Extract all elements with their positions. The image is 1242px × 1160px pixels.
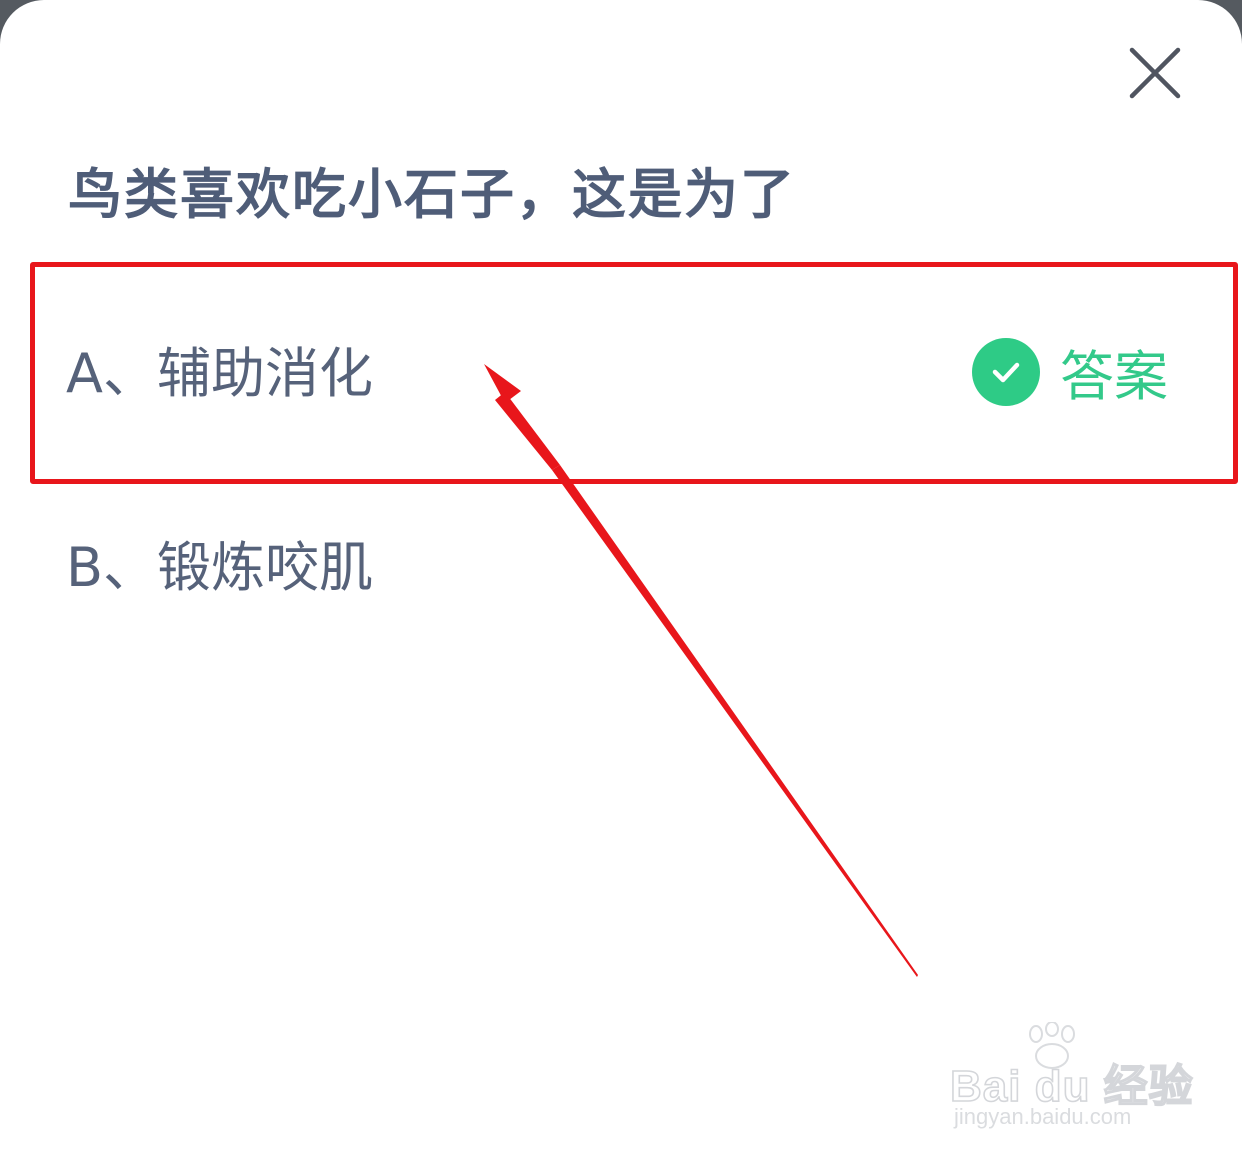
question-dialog: 鸟类喜欢吃小石子，这是为了 A、辅助消化 答案 B、锻炼咬肌 (0, 0, 1242, 1160)
close-button[interactable] (1120, 40, 1188, 108)
highlight-box (30, 262, 1238, 484)
question-title: 鸟类喜欢吃小石子，这是为了 (68, 163, 796, 226)
close-icon (1129, 47, 1181, 99)
option-b-label: B、锻炼咬肌 (66, 535, 374, 599)
screenshot: 鸟类喜欢吃小石子，这是为了 A、辅助消化 答案 B、锻炼咬肌 Bai du 经验… (0, 0, 1242, 1160)
option-b[interactable]: B、锻炼咬肌 (66, 522, 1196, 602)
watermark-url: jingyan.baidu.com (954, 1104, 1132, 1129)
baidu-jingyan-watermark: Bai du 经验 jingyan.baidu.com (949, 1022, 1193, 1142)
